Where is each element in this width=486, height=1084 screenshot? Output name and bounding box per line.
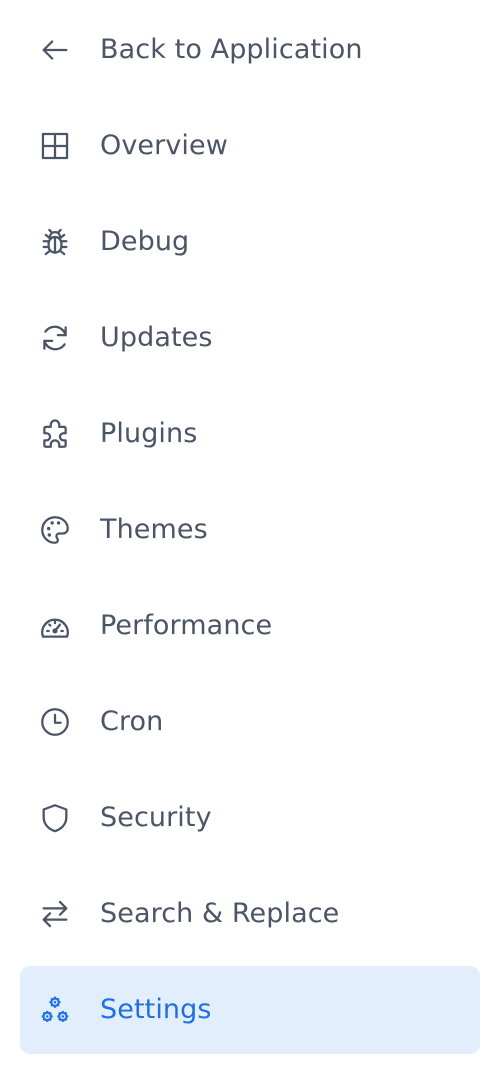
sidebar-item-label: Settings xyxy=(100,994,212,1025)
arrows-swap-icon xyxy=(38,897,72,931)
sidebar-item-label: Overview xyxy=(100,130,228,161)
clock-icon xyxy=(38,705,72,739)
sidebar-item-performance[interactable]: Performance xyxy=(20,582,480,670)
sidebar-nav: Back to Application Overview Debug Updat… xyxy=(0,0,486,1084)
sidebar-item-label: Debug xyxy=(100,226,190,257)
arrow-left-icon xyxy=(38,33,72,67)
sidebar-item-themes[interactable]: Themes xyxy=(20,486,480,574)
sidebar-item-label: Back to Application xyxy=(100,34,363,65)
sidebar-item-label: Cron xyxy=(100,706,164,737)
sidebar-item-label: Themes xyxy=(100,514,208,545)
palette-icon xyxy=(38,513,72,547)
puzzle-icon xyxy=(38,417,72,451)
sidebar-item-plugins[interactable]: Plugins xyxy=(20,390,480,478)
sidebar-item-cron[interactable]: Cron xyxy=(20,678,480,766)
grid-icon xyxy=(38,129,72,163)
sidebar-item-label: Search & Replace xyxy=(100,898,340,929)
sidebar-item-updates[interactable]: Updates xyxy=(20,294,480,382)
sidebar-item-label: Updates xyxy=(100,322,213,353)
speedometer-icon xyxy=(38,609,72,643)
sidebar-item-back-to-application[interactable]: Back to Application xyxy=(20,6,480,94)
refresh-icon xyxy=(38,321,72,355)
sidebar-item-debug[interactable]: Debug xyxy=(20,198,480,286)
bug-icon xyxy=(38,225,72,259)
sidebar-item-label: Performance xyxy=(100,610,273,641)
sidebar-item-settings[interactable]: Settings xyxy=(20,966,480,1054)
sidebar-item-label: Plugins xyxy=(100,418,198,449)
cogs-icon xyxy=(38,993,72,1027)
sidebar-item-label: Security xyxy=(100,802,212,833)
sidebar-item-overview[interactable]: Overview xyxy=(20,102,480,190)
sidebar-item-search-replace[interactable]: Search & Replace xyxy=(20,870,480,958)
sidebar-item-security[interactable]: Security xyxy=(20,774,480,862)
shield-icon xyxy=(38,801,72,835)
